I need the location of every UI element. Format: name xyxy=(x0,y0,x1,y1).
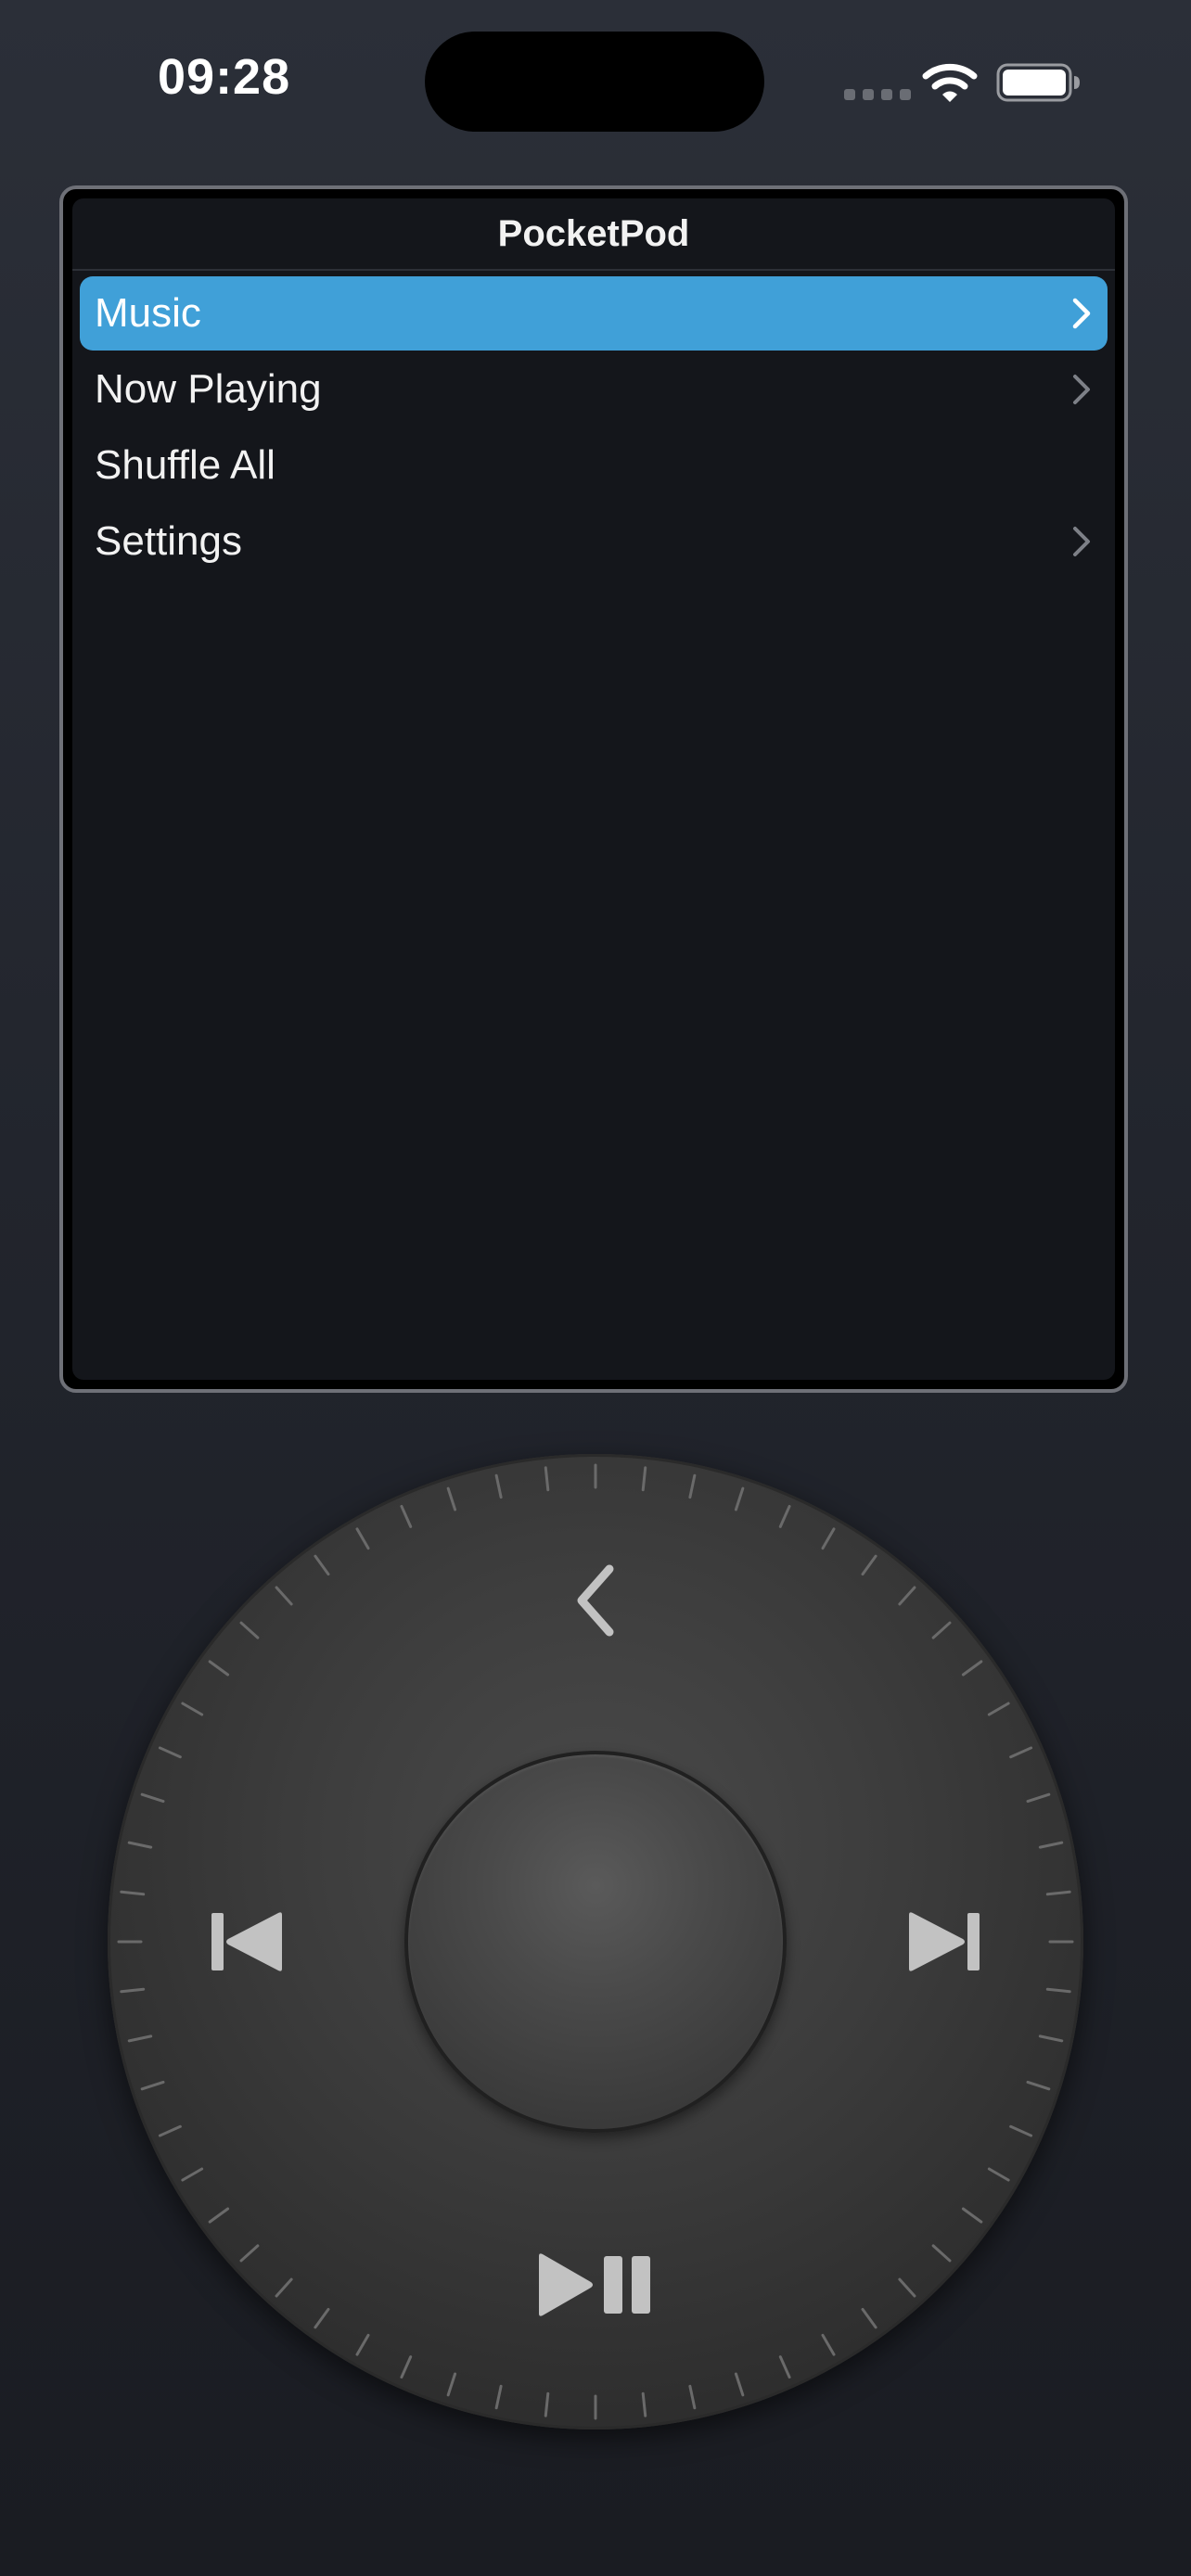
previous-track-icon xyxy=(211,1912,282,1971)
wheel-tick xyxy=(734,2372,745,2397)
wheel-tick xyxy=(239,1621,260,1639)
wheel-tick xyxy=(140,1792,165,1804)
wheel-tick xyxy=(181,2167,204,2182)
wheel-tick xyxy=(494,2384,503,2410)
wheel-tick xyxy=(494,1473,503,1499)
wheel-tick xyxy=(239,2244,260,2263)
previous-track-button[interactable] xyxy=(200,1895,293,1988)
wheel-tick xyxy=(400,2355,413,2379)
wheel-tick xyxy=(355,1527,370,1550)
wheel-tick xyxy=(140,2080,165,2091)
wheel-tick xyxy=(931,2244,952,2263)
wheel-tick xyxy=(1038,1841,1064,1849)
status-time: 09:28 xyxy=(158,49,291,105)
wheel-tick xyxy=(446,1486,457,1511)
wheel-tick xyxy=(861,2307,877,2329)
next-track-button[interactable] xyxy=(898,1895,991,1988)
wheel-tick xyxy=(314,2307,330,2329)
menu-item-label: Now Playing xyxy=(95,366,322,412)
wheel-tick xyxy=(158,2124,182,2137)
wheel-tick xyxy=(1045,1890,1071,1896)
wheel-tick xyxy=(821,2333,836,2356)
wheel-tick xyxy=(181,1702,204,1716)
wheel-tick xyxy=(127,1841,153,1849)
wheel-tick xyxy=(734,1486,745,1511)
play-pause-icon xyxy=(539,2253,650,2316)
wheel-tick xyxy=(1026,2080,1051,2091)
wheel-tick xyxy=(355,2333,370,2356)
wheel-tick xyxy=(1038,2034,1064,2043)
menu-back-button[interactable] xyxy=(549,1554,642,1647)
wheel-tick xyxy=(158,1746,182,1759)
wheel-tick xyxy=(987,2167,1010,2182)
wheel-tick xyxy=(1045,1987,1071,1994)
device-screen: PocketPod Music Now Playing Shuffle All … xyxy=(59,185,1128,1393)
wheel-tick xyxy=(961,2207,983,2224)
menu-item-label: Music xyxy=(95,290,201,336)
menu-item-settings[interactable]: Settings xyxy=(80,504,1108,579)
menu-back-icon xyxy=(577,1564,614,1637)
screen-title: PocketPod xyxy=(72,198,1115,271)
chevron-right-icon xyxy=(1073,375,1090,404)
wheel-tick xyxy=(778,2355,791,2379)
battery-icon xyxy=(996,63,1080,102)
wheel-tick xyxy=(961,1660,983,1677)
menu-item-label: Settings xyxy=(95,518,242,564)
wheel-tick xyxy=(1009,2124,1033,2137)
center-select-button[interactable] xyxy=(404,1751,787,2133)
wheel-tick xyxy=(861,1554,877,1576)
next-track-icon xyxy=(909,1912,980,1971)
wheel-tick xyxy=(208,2207,230,2224)
chevron-right-icon xyxy=(1072,298,1091,329)
wheel-tick xyxy=(688,2384,697,2410)
wheel-tick xyxy=(400,1504,413,1528)
wheel-tick xyxy=(208,1660,230,1677)
wheel-tick xyxy=(544,2391,550,2417)
wheel-tick xyxy=(898,1586,916,1606)
wheel-tick xyxy=(821,1527,836,1550)
wifi-icon xyxy=(922,63,978,102)
wheel-tick xyxy=(544,1466,550,1492)
menu-list: Music Now Playing Shuffle All Settings xyxy=(80,276,1108,580)
wheel-tick xyxy=(314,1554,330,1576)
wheel-tick xyxy=(898,2277,916,2298)
wheel-tick xyxy=(1009,1746,1033,1759)
menu-item-label: Shuffle All xyxy=(95,442,275,488)
screen-inner: PocketPod Music Now Playing Shuffle All … xyxy=(72,198,1115,1380)
wheel-tick xyxy=(778,1504,791,1528)
menu-item-music[interactable]: Music xyxy=(80,276,1108,351)
wheel-tick xyxy=(127,2034,153,2043)
wheel-tick xyxy=(641,1466,647,1492)
wheel-tick xyxy=(641,2391,647,2417)
chevron-right-icon xyxy=(1073,527,1090,556)
wheel-tick xyxy=(446,2372,457,2397)
play-pause-button[interactable] xyxy=(531,2238,660,2331)
wheel-tick xyxy=(688,1473,697,1499)
wheel-tick xyxy=(1026,1792,1051,1804)
menu-item-shuffle-all[interactable]: Shuffle All xyxy=(80,428,1108,503)
wheel-tick xyxy=(987,1702,1010,1716)
wheel-tick xyxy=(275,2277,293,2298)
wheel-tick xyxy=(120,1987,146,1994)
wheel-tick xyxy=(275,1586,293,1606)
wheel-tick xyxy=(931,1621,952,1639)
dynamic-island xyxy=(425,32,764,132)
wheel-tick xyxy=(120,1890,146,1896)
cellular-signal-icon xyxy=(844,89,911,100)
menu-item-now-playing[interactable]: Now Playing xyxy=(80,352,1108,427)
click-wheel[interactable] xyxy=(108,1454,1083,2429)
